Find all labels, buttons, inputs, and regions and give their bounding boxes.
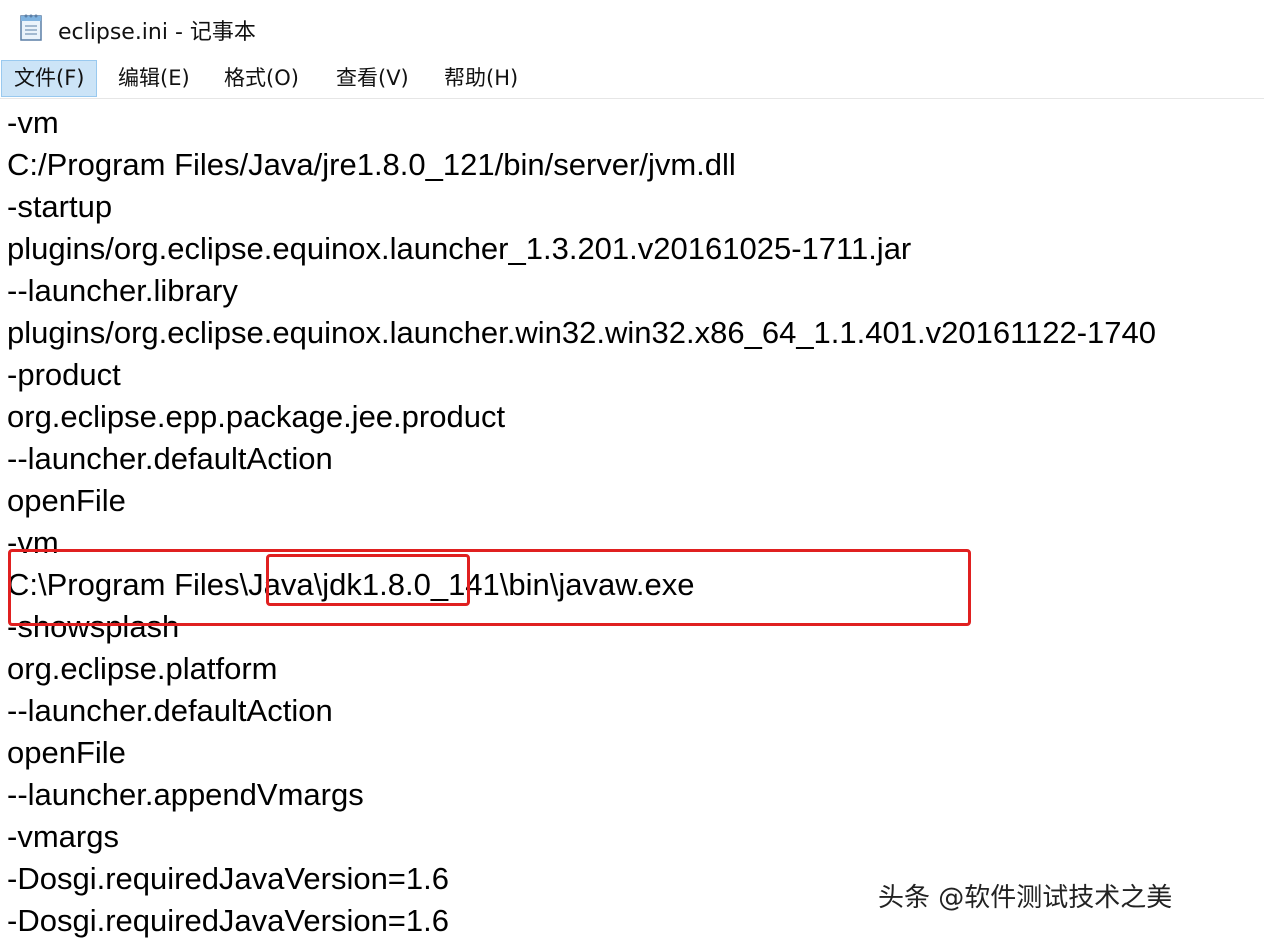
editor-line: plugins/org.eclipse.equinox.launcher_1.3… (7, 231, 912, 266)
editor-line: org.eclipse.epp.package.jee.product (7, 399, 506, 434)
editor-line: openFile (7, 735, 126, 770)
editor-line: -Dosgi.requiredJavaVersion=1.6 (7, 861, 450, 896)
menu-help[interactable]: 帮助(H) (432, 60, 530, 97)
menu-edit[interactable]: 编辑(E) (106, 60, 202, 97)
editor-line: C:/Program Files/Java/jre1.8.0_121/bin/s… (7, 147, 736, 182)
editor-line: --launcher.defaultAction (7, 441, 333, 476)
notepad-icon (20, 14, 42, 41)
editor-line: -showsplash (7, 609, 180, 644)
editor-line: --launcher.defaultAction (7, 693, 333, 728)
editor-line: -vm (7, 525, 59, 560)
window-title: eclipse.ini - 记事本 (58, 20, 256, 45)
editor-line: --launcher.library (7, 273, 238, 308)
menu-view[interactable]: 查看(V) (324, 60, 421, 97)
menu-format[interactable]: 格式(O) (212, 60, 311, 97)
menu-bar: 文件(F) 编辑(E) 格式(O) 查看(V) 帮助(H) (0, 60, 1264, 99)
editor-line: -Dosgi.requiredJavaVersion=1.6 (7, 903, 450, 938)
editor-line: openFile (7, 483, 126, 518)
watermark: 头条 @软件测试技术之美 (878, 883, 1173, 913)
editor-line-highlighted: C:\Program Files\Java\jdk1.8.0_141\bin\j… (7, 567, 695, 602)
editor-line: -product (7, 357, 121, 392)
menu-file[interactable]: 文件(F) (1, 60, 98, 97)
editor-line: plugins/org.eclipse.equinox.launcher.win… (7, 315, 1157, 350)
editor-line: -vmargs (7, 819, 119, 854)
editor-line: --launcher.appendVmargs (7, 777, 364, 812)
title-bar: eclipse.ini - 记事本 (0, 0, 1264, 58)
editor-line: org.eclipse.platform (7, 651, 278, 686)
text-editor[interactable]: -vm C:/Program Files/Java/jre1.8.0_121/b… (0, 99, 1264, 938)
editor-line: -vm (7, 105, 59, 140)
editor-line: -startup (7, 189, 113, 224)
